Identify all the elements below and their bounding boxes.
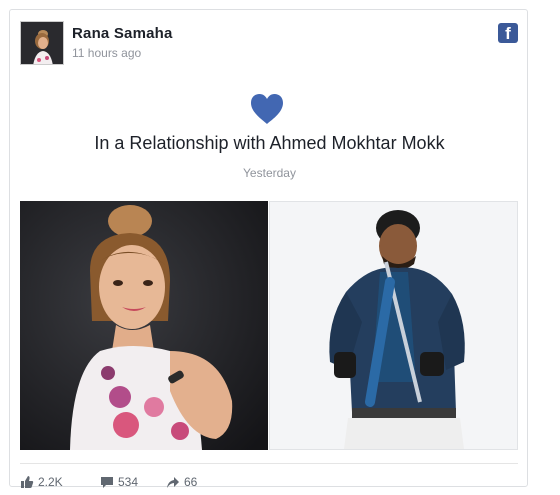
heart-icon — [251, 94, 283, 124]
like-icon — [21, 476, 34, 488]
avatar-image — [21, 22, 63, 64]
post-header: Rana Samaha 11 hours ago f — [20, 21, 518, 66]
like-count-value: 2.2K — [38, 475, 63, 489]
man-violin-portrait-image — [270, 202, 517, 449]
facebook-icon: f — [498, 23, 518, 43]
photo-grid — [20, 201, 518, 450]
share-count[interactable]: 66 — [166, 475, 197, 489]
post-card: Rana Samaha 11 hours ago f In a Relation… — [9, 9, 528, 489]
comment-count[interactable]: 534 — [100, 475, 138, 489]
stats-divider — [20, 463, 518, 464]
post-timestamp[interactable]: 11 hours ago — [72, 46, 141, 60]
share-icon — [167, 477, 179, 488]
life-event-title: In a Relationship with Ahmed Mokhtar Mok… — [94, 133, 445, 153]
comment-count-value: 534 — [118, 475, 139, 489]
life-event-date: Yesterday — [243, 166, 296, 180]
avatar[interactable] — [20, 21, 64, 65]
photo-woman-portrait[interactable] — [20, 201, 268, 450]
author-name[interactable]: Rana Samaha — [72, 25, 173, 42]
photo-man-violin-portrait[interactable] — [269, 201, 518, 450]
comment-icon — [101, 477, 113, 488]
woman-portrait-image — [20, 201, 268, 450]
share-count-value: 66 — [184, 475, 198, 489]
like-count[interactable]: 2.2K — [20, 475, 63, 489]
